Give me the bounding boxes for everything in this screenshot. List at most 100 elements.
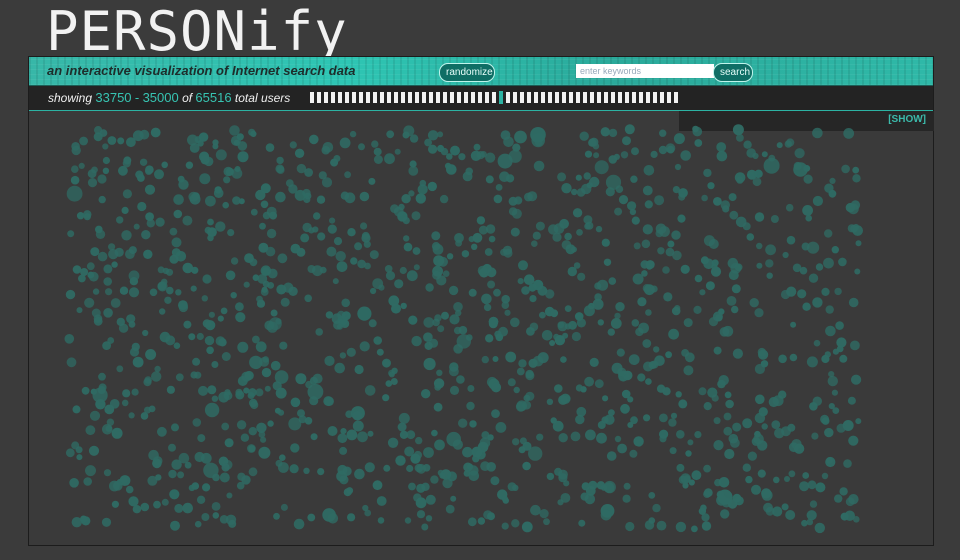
user-dot[interactable] <box>481 293 492 305</box>
user-dot[interactable] <box>425 515 433 522</box>
user-dot[interactable] <box>248 467 258 477</box>
user-dot[interactable] <box>628 354 640 365</box>
user-dot[interactable] <box>455 239 462 247</box>
user-dot[interactable] <box>715 314 723 322</box>
page-segment[interactable] <box>449 91 455 104</box>
user-dot[interactable] <box>546 398 554 405</box>
user-dot[interactable] <box>778 390 787 399</box>
user-dot[interactable] <box>633 436 644 447</box>
user-dot[interactable] <box>713 417 721 425</box>
user-dot[interactable] <box>359 341 370 352</box>
user-dot[interactable] <box>731 284 741 294</box>
user-dot[interactable] <box>557 499 564 506</box>
user-dot[interactable] <box>844 510 855 521</box>
page-segment[interactable] <box>526 91 532 104</box>
user-dot[interactable] <box>67 230 75 238</box>
user-dot[interactable] <box>601 238 610 247</box>
user-dot[interactable] <box>530 504 541 516</box>
user-dot[interactable] <box>232 196 241 205</box>
user-dot[interactable] <box>504 309 511 316</box>
user-dot[interactable] <box>529 322 539 332</box>
page-segment[interactable] <box>400 91 406 104</box>
user-dot[interactable] <box>713 440 724 451</box>
user-dot[interactable] <box>669 447 677 455</box>
user-dot[interactable] <box>561 183 572 194</box>
user-dot[interactable] <box>507 378 516 387</box>
user-dot[interactable] <box>288 417 302 431</box>
user-dot[interactable] <box>183 320 192 329</box>
user-dot[interactable] <box>425 494 436 505</box>
user-dot[interactable] <box>413 264 420 271</box>
user-dot[interactable] <box>643 414 651 422</box>
user-dot[interactable] <box>513 386 520 394</box>
user-dot[interactable] <box>674 163 682 171</box>
user-dot[interactable] <box>473 143 481 151</box>
user-dot[interactable] <box>672 186 681 194</box>
user-dot[interactable] <box>728 193 737 202</box>
user-dot[interactable] <box>280 503 288 511</box>
user-dot[interactable] <box>623 482 631 490</box>
user-dot[interactable] <box>250 400 259 410</box>
user-dot[interactable] <box>175 373 184 382</box>
user-dot[interactable] <box>403 235 410 242</box>
user-dot[interactable] <box>537 352 549 364</box>
user-dot[interactable] <box>848 297 859 308</box>
user-dot[interactable] <box>813 339 821 347</box>
user-dot[interactable] <box>671 230 681 240</box>
user-dot[interactable] <box>390 378 398 385</box>
user-dot[interactable] <box>72 405 81 414</box>
user-dot[interactable] <box>505 351 517 363</box>
user-dot[interactable] <box>677 214 686 223</box>
user-dot[interactable] <box>416 483 426 493</box>
user-dot[interactable] <box>316 195 326 204</box>
user-dot[interactable] <box>589 357 599 367</box>
user-dot[interactable] <box>561 240 572 250</box>
user-dot[interactable] <box>571 331 582 342</box>
user-dot[interactable] <box>803 174 813 184</box>
user-dot[interactable] <box>369 250 379 260</box>
user-dot[interactable] <box>485 175 494 184</box>
user-dot[interactable] <box>655 223 667 235</box>
page-segment[interactable] <box>568 91 574 104</box>
user-dot[interactable] <box>485 224 496 234</box>
user-dot[interactable] <box>531 240 538 247</box>
user-dot[interactable] <box>222 201 229 209</box>
user-dot[interactable] <box>346 487 354 495</box>
user-dot[interactable] <box>259 357 270 367</box>
user-dot[interactable] <box>630 175 638 183</box>
user-dot[interactable] <box>135 170 144 179</box>
user-dot[interactable] <box>303 467 310 474</box>
user-dot[interactable] <box>668 418 677 427</box>
user-dot[interactable] <box>344 192 356 204</box>
user-dot[interactable] <box>66 357 77 368</box>
user-dot[interactable] <box>678 193 686 201</box>
user-dot[interactable] <box>294 148 305 158</box>
user-dot[interactable] <box>487 280 496 289</box>
user-dot[interactable] <box>276 156 284 165</box>
user-dot[interactable] <box>535 221 545 231</box>
user-dot[interactable] <box>91 308 101 318</box>
user-dot[interactable] <box>456 375 465 384</box>
user-dot[interactable] <box>789 353 798 362</box>
user-dot[interactable] <box>648 517 656 524</box>
user-dot[interactable] <box>557 321 565 329</box>
user-dot[interactable] <box>727 257 739 269</box>
user-dot[interactable] <box>265 246 276 257</box>
user-dot[interactable] <box>466 401 475 411</box>
user-dot[interactable] <box>201 295 208 302</box>
user-dot[interactable] <box>76 212 85 220</box>
user-dot[interactable] <box>807 480 817 490</box>
user-dot[interactable] <box>255 388 264 397</box>
user-dot[interactable] <box>345 410 353 419</box>
user-dot[interactable] <box>675 391 682 398</box>
user-dot[interactable] <box>111 261 118 268</box>
user-dot[interactable] <box>171 237 182 248</box>
user-dot[interactable] <box>235 312 246 323</box>
user-dot[interactable] <box>144 184 156 195</box>
user-dot[interactable] <box>326 246 337 257</box>
user-dot[interactable] <box>199 173 211 185</box>
user-dot[interactable] <box>576 406 587 417</box>
user-dot[interactable] <box>784 476 790 482</box>
user-dot[interactable] <box>98 372 106 381</box>
user-dot[interactable] <box>620 403 630 414</box>
